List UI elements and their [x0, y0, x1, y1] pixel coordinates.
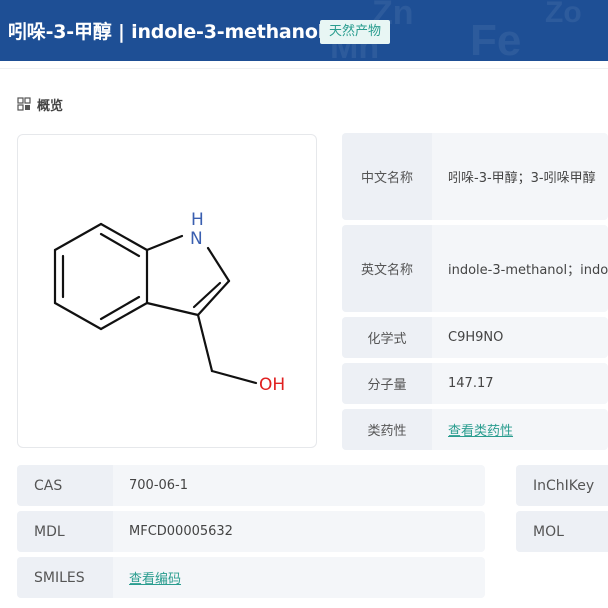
identifier-row-mdl: MDL MFCD00005632 — [17, 511, 485, 552]
identifier-label: SMILES — [17, 557, 113, 598]
property-label: 化学式 — [342, 317, 432, 358]
header-divider — [0, 68, 608, 69]
identifier-label: MDL — [17, 511, 113, 552]
property-value: C9H9NO — [448, 330, 504, 345]
bg-symbol: Zo — [545, 0, 582, 29]
overview-label: 概览 — [37, 98, 64, 114]
view-smiles-link[interactable]: 查看编码 — [129, 557, 485, 598]
molecule-structure: H N OH — [53, 210, 285, 395]
property-row-formula: 化学式 C9H9NO — [342, 317, 608, 358]
identifier-row-inchikey: InChIKey — [516, 465, 608, 506]
property-label: 类药性 — [342, 409, 432, 450]
natural-product-tag[interactable]: 天然产物 — [320, 20, 391, 44]
property-value: 吲哚-3-甲醇；3-吲哚甲醇 — [448, 171, 596, 186]
identifier-label: InChIKey — [516, 465, 608, 506]
property-label: 中文名称 — [342, 133, 432, 220]
identifier-label: CAS — [17, 465, 113, 506]
property-value: indole-3-methanol；indole-3-carbinol — [448, 263, 608, 278]
identifier-row-mol: MOL — [516, 511, 608, 552]
identifier-value: MFCD00005632 — [129, 524, 233, 539]
structure-image-card: H N OH — [17, 134, 317, 448]
page-header: Zn Fe Mn Zo 吲哚-3-甲醇 | indole-3-methanol … — [0, 0, 608, 61]
property-label: 分子量 — [342, 363, 432, 404]
grid-icon — [17, 97, 31, 111]
page-title: 吲哚-3-甲醇 | indole-3-methanol — [8, 21, 325, 43]
identifier-row-smiles: SMILES 查看编码 — [17, 557, 485, 598]
property-label: 英文名称 — [342, 225, 432, 312]
identifier-value: 700-06-1 — [129, 478, 189, 493]
property-row-chinese-name: 中文名称 吲哚-3-甲醇；3-吲哚甲醇 — [342, 133, 608, 220]
nitrogen-label: N — [190, 229, 203, 249]
property-row-english-name: 英文名称 indole-3-methanol；indole-3-carbinol — [342, 225, 608, 312]
property-row-molecular-weight: 分子量 147.17 — [342, 363, 608, 404]
hydroxyl-label: OH — [259, 375, 285, 395]
nh-hydrogen-label: H — [191, 210, 204, 230]
overview-heading: 概览 — [17, 95, 64, 114]
identifier-label: MOL — [516, 511, 608, 552]
identifier-row-cas: CAS 700-06-1 — [17, 465, 485, 506]
bg-symbol: Fe — [470, 16, 522, 61]
view-druglikeness-link[interactable]: 查看类药性 — [448, 409, 608, 450]
property-value: 147.17 — [448, 376, 494, 391]
property-row-druglikeness: 类药性 查看类药性 — [342, 409, 608, 450]
